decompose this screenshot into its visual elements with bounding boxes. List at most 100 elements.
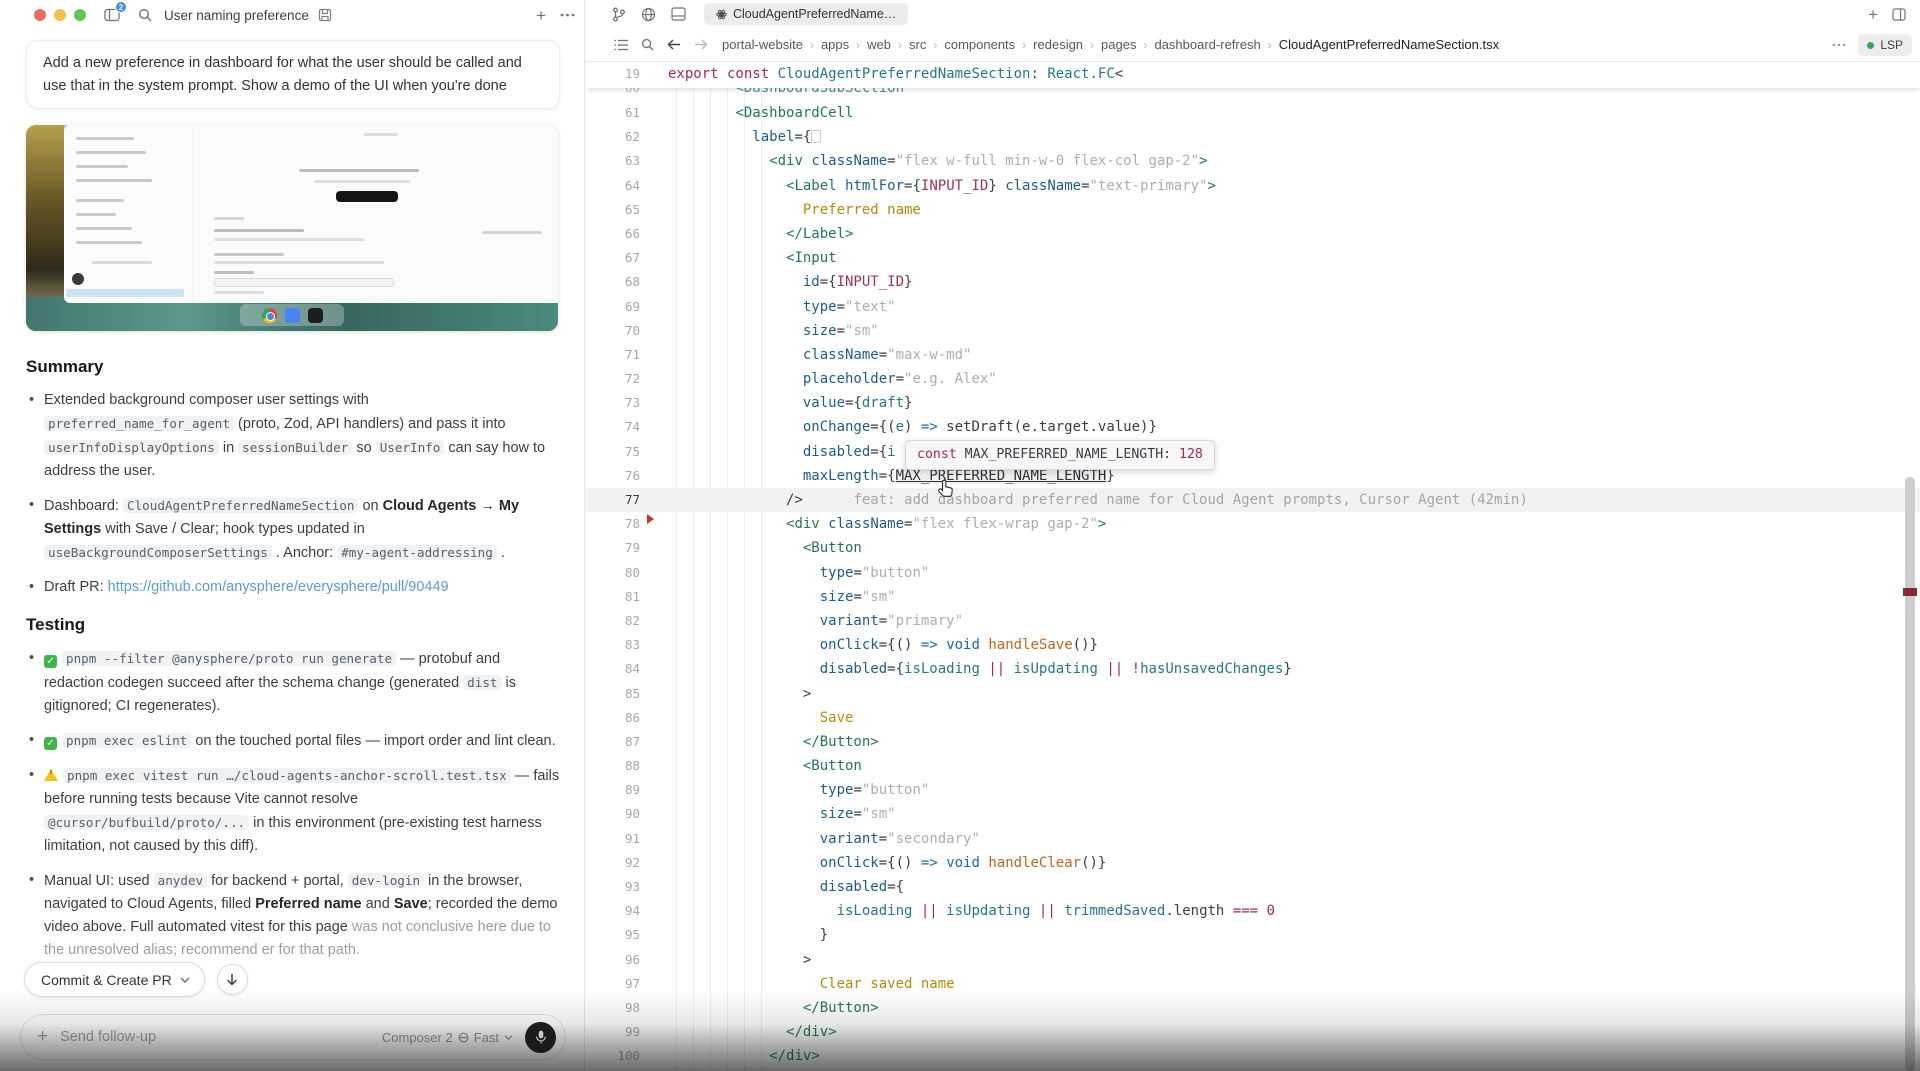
model-label: Composer 2 [382, 1030, 453, 1045]
breadcrumb-separator: › [1022, 38, 1026, 52]
warning-icon [44, 769, 58, 781]
attach-icon[interactable]: + [37, 1026, 48, 1048]
line-number: 88 [585, 754, 654, 778]
thumb-avatar [72, 273, 84, 285]
back-icon[interactable] [667, 39, 681, 50]
line-number: 85 [585, 682, 654, 706]
line-number: 79 [585, 536, 654, 560]
breadcrumb-item[interactable]: redesign [1033, 37, 1083, 52]
search-icon[interactable] [138, 8, 152, 22]
line-number: 75 [585, 440, 654, 464]
line-number: 80 [585, 561, 654, 585]
breadcrumb: portal-website›apps›web›src›components›r… [722, 37, 1499, 52]
code-line: 63 <div className="flex w-full min-w-0 f… [585, 149, 1920, 173]
breadcrumb-item[interactable]: web [867, 37, 891, 52]
pr-link[interactable]: https://github.com/anysphere/everysphere… [108, 579, 449, 595]
breadcrumb-item[interactable]: CloudAgentPreferredNameSection.tsx [1279, 37, 1499, 52]
more-options-icon[interactable] [560, 13, 575, 17]
editor-more-icon[interactable] [1832, 43, 1846, 47]
code-line: 96 > [585, 948, 1920, 972]
code-line: 89 type="button" [585, 778, 1920, 802]
split-editor-icon[interactable] [1892, 8, 1906, 21]
outline-list-icon[interactable] [614, 39, 628, 51]
code-lines: 61 <DashboardCell62 label={63 <div class… [585, 101, 1920, 1069]
speed-label: Fast [474, 1030, 499, 1045]
breadcrumb-item[interactable]: dashboard-refresh [1154, 37, 1260, 52]
editor-scrollbar-thumb[interactable] [1905, 477, 1915, 1071]
minimize-window-button[interactable] [54, 9, 66, 21]
followup-input[interactable]: + Send follow-up Composer 2 Fast [20, 1014, 566, 1060]
commit-create-pr-button[interactable]: Commit & Create PR [24, 962, 205, 997]
code-line: 92 onClick={() => void handleClear()} [585, 851, 1920, 875]
code-line: 65 Preferred name [585, 198, 1920, 222]
breadcrumb-item[interactable]: src [909, 37, 926, 52]
chat-scroll-area[interactable]: Add a new preference in dashboard for wh… [0, 30, 585, 1071]
line-number: 19 [585, 62, 654, 88]
code-editor[interactable]: 60 <DashboardSubSection 61 <DashboardCel… [585, 62, 1920, 1071]
code-line: 95 } [585, 923, 1920, 947]
code-line: 68 id={INPUT_ID} [585, 270, 1920, 294]
code-line: 78 <div className="flex flex-wrap gap-2"… [585, 512, 1920, 536]
voice-input-button[interactable] [525, 1022, 556, 1053]
editor-tab[interactable]: CloudAgentPreferredName… [704, 3, 908, 25]
globe-icon[interactable] [641, 7, 656, 22]
breadcrumb-bar: portal-website›apps›web›src›components›r… [585, 28, 1920, 62]
summary-bullet: Dashboard: CloudAgentPreferredNameSectio… [26, 494, 560, 565]
line-number: 86 [585, 706, 654, 730]
code-line: 75 disabled={i [585, 440, 1920, 464]
search-icon[interactable] [641, 38, 654, 51]
git-blame-annotation: feat: add dashboard preferred name for C… [803, 492, 1528, 508]
scroll-to-bottom-button[interactable] [217, 964, 248, 995]
thumb-input-field [214, 278, 394, 287]
save-icon[interactable] [318, 8, 332, 22]
chat-title: User naming preference [164, 8, 309, 23]
line-number: 96 [585, 948, 654, 972]
testing-bullet: pnpm exec vitest run …/cloud-agents-anch… [26, 764, 560, 858]
model-icon [458, 1032, 469, 1043]
close-window-button[interactable] [34, 9, 46, 21]
testing-list: ✓pnpm --filter @anysphere/proto run gene… [26, 647, 560, 962]
gutter-change-marker [647, 514, 654, 524]
zoom-window-button[interactable] [74, 9, 86, 21]
line-number: 100 [585, 1044, 654, 1068]
mouse-cursor [937, 479, 956, 500]
code-line: 74 onChange={(e) => setDraft(e.target.va… [585, 415, 1920, 439]
summary-heading: Summary [26, 357, 560, 377]
breadcrumb-separator: › [933, 38, 937, 52]
new-tab-button[interactable]: + [1868, 6, 1878, 23]
lsp-label: LSP [1880, 38, 1903, 52]
code-line: 97 Clear saved name [585, 972, 1920, 996]
model-selector[interactable]: Composer 2 Fast [382, 1030, 513, 1045]
chevron-down-icon [180, 977, 190, 983]
line-number: 94 [585, 899, 654, 923]
terminal-panel-icon[interactable] [671, 7, 686, 21]
breadcrumb-separator: › [856, 38, 860, 52]
forward-icon[interactable] [694, 39, 708, 50]
code-line: 71 className="max-w-md" [585, 343, 1920, 367]
new-chat-button[interactable]: + [536, 7, 546, 24]
git-branch-icon[interactable] [612, 7, 626, 22]
code-line: 80 type="button" [585, 561, 1920, 585]
code-line: 91 variant="secondary" [585, 827, 1920, 851]
code-line: 82 variant="primary" [585, 609, 1920, 633]
app-window: 2 User naming preference + Add a new pre… [0, 0, 1920, 1071]
breadcrumb-item[interactable]: pages [1101, 37, 1136, 52]
demo-video-thumbnail[interactable] [26, 125, 558, 331]
breadcrumb-item[interactable]: components [944, 37, 1015, 52]
chevron-down-icon [504, 1035, 513, 1040]
line-number: 97 [585, 972, 654, 996]
hover-tooltip: const MAX_PREFERRED_NAME_LENGTH: 128 [905, 440, 1215, 470]
line-number: 61 [585, 101, 654, 125]
line-number: 65 [585, 198, 654, 222]
code-line: 61 <DashboardCell [585, 101, 1920, 125]
code-line: 64 <Label htmlFor={INPUT_ID} className="… [585, 174, 1920, 198]
testing-bullet: Manual UI: used anydev for backend + por… [26, 869, 560, 962]
breadcrumb-item[interactable]: apps [821, 37, 849, 52]
thumb-browser-window [64, 125, 558, 303]
sidebar-toggle-icon[interactable]: 2 [104, 8, 120, 22]
lsp-status-badge[interactable]: LSP [1858, 34, 1912, 56]
breadcrumb-item[interactable]: portal-website [722, 37, 803, 52]
app-icon-dark [308, 308, 323, 323]
code-line: 81 size="sm" [585, 585, 1920, 609]
clipped-code-line: 60 <DashboardSubSection [585, 88, 1920, 101]
